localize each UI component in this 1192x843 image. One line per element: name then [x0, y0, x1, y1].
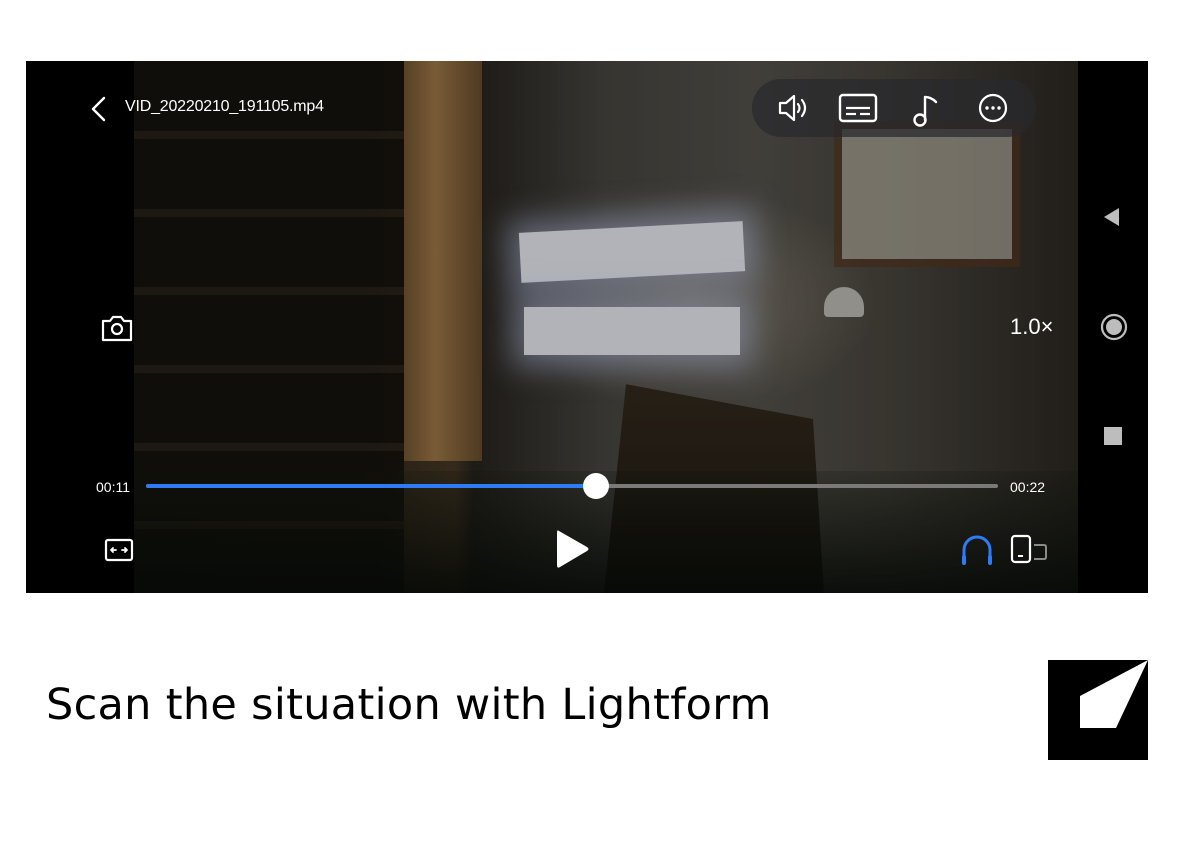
video-frame[interactable] — [134, 61, 1078, 593]
back-button[interactable] — [88, 95, 112, 123]
circle-home-icon — [1100, 313, 1128, 341]
nav-home-button[interactable] — [1100, 313, 1128, 341]
aspect-ratio-button[interactable] — [104, 537, 134, 563]
current-time: 00:11 — [96, 479, 130, 495]
headphones-icon — [962, 535, 992, 565]
seek-bar-progress — [146, 484, 597, 488]
volume-icon — [778, 94, 807, 122]
music-button[interactable] — [910, 92, 944, 127]
nav-back-button[interactable] — [1100, 205, 1122, 229]
slide-caption: Scan the situation with Lightform — [46, 680, 772, 730]
volume-button[interactable] — [776, 92, 810, 124]
screenshot-button[interactable] — [100, 313, 134, 343]
video-dim-overlay — [134, 61, 1078, 593]
play-icon — [557, 530, 589, 568]
lightform-logo-icon — [1080, 660, 1148, 728]
floating-window-button[interactable] — [1010, 533, 1050, 565]
subtitles-button[interactable] — [838, 92, 878, 124]
seek-bar[interactable] — [146, 473, 998, 499]
playback-speed-button[interactable]: 1.0× — [1010, 314, 1053, 340]
top-action-bar — [752, 79, 1036, 137]
nav-recent-button[interactable] — [1104, 427, 1122, 445]
more-options-icon — [978, 93, 1008, 123]
chevron-left-icon — [91, 96, 106, 122]
video-player[interactable]: VID_20220210_191105.mp4 1.0× 00:11 00:22 — [26, 61, 1148, 593]
total-time: 00:22 — [1010, 479, 1046, 495]
file-name: VID_20220210_191105.mp4 — [125, 98, 324, 115]
camera-icon — [101, 315, 133, 342]
subtitles-icon — [838, 93, 878, 123]
lightform-logo — [1048, 660, 1148, 760]
audio-only-button[interactable] — [960, 533, 994, 565]
floating-window-icon — [1010, 534, 1047, 564]
aspect-ratio-icon — [104, 538, 134, 562]
triangle-back-icon — [1104, 208, 1119, 226]
more-options-button[interactable] — [976, 92, 1010, 124]
play-button[interactable] — [554, 527, 590, 571]
music-note-icon — [913, 95, 938, 127]
